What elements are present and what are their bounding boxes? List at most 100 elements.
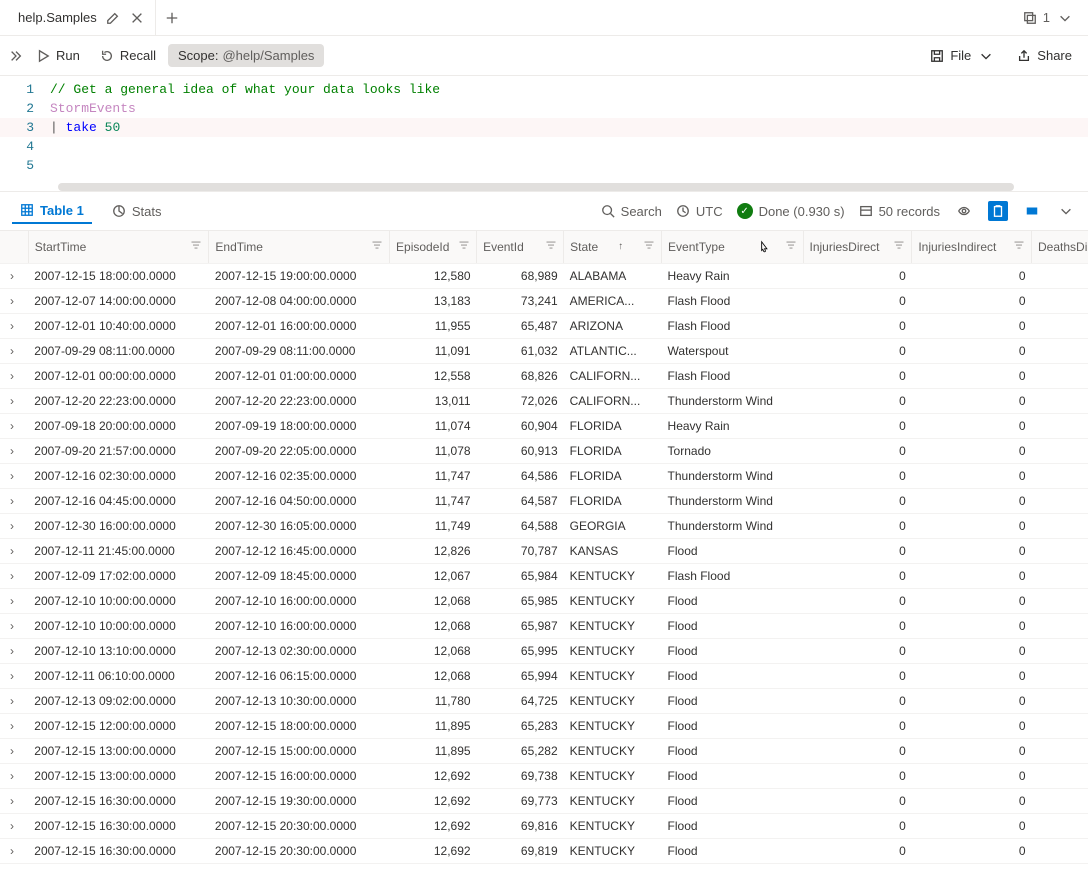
table-row[interactable]: ›2007-12-16 04:45:00.00002007-12-16 04:5… [0,488,1088,513]
column-header-starttime[interactable]: StartTime [28,231,209,263]
table-row[interactable]: ›2007-12-15 13:00:00.00002007-12-15 15:0… [0,738,1088,763]
table-row[interactable]: ›2007-12-10 10:00:00.00002007-12-10 16:0… [0,588,1088,613]
share-button[interactable]: Share [1009,44,1080,67]
column-header-deathsdirect[interactable]: DeathsDirect [1032,231,1088,263]
editor-line[interactable]: 4 [0,137,1088,156]
expand-row-icon[interactable]: › [6,769,18,783]
cell-episodeid: 11,747 [390,488,477,513]
expand-row-icon[interactable]: › [6,569,18,583]
scope-selector[interactable]: Scope: @help/Samples [168,44,324,67]
filter-icon[interactable] [785,239,797,254]
results-table-wrapper[interactable]: StartTimeEndTimeEpisodeIdEventIdState↑Ev… [0,231,1088,871]
expand-row-icon[interactable]: › [6,394,18,408]
filter-icon[interactable] [458,239,470,254]
expand-row-icon[interactable]: › [6,694,18,708]
table-row[interactable]: ›2007-12-13 09:02:00.00002007-12-13 10:3… [0,688,1088,713]
expand-row-icon[interactable]: › [6,519,18,533]
table-row[interactable]: ›2007-12-15 18:00:00.00002007-12-15 19:0… [0,263,1088,288]
expand-row-icon[interactable]: › [6,669,18,683]
expand-row-icon[interactable]: › [6,644,18,658]
table-row[interactable]: ›2007-09-20 21:57:00.00002007-09-20 22:0… [0,438,1088,463]
recall-button[interactable]: Recall [92,44,164,67]
filter-icon[interactable] [893,239,905,254]
tab-help-samples[interactable]: help.Samples [8,0,156,35]
file-menu[interactable]: File [922,44,1001,67]
filter-icon[interactable] [643,239,655,254]
editor-horizontal-scrollbar[interactable] [58,183,1014,191]
column-header-eventtype[interactable]: EventType [662,231,803,263]
table-row[interactable]: ›2007-12-15 16:30:00.00002007-12-15 20:3… [0,813,1088,838]
search-button[interactable]: Search [601,204,662,219]
column-header-state[interactable]: State↑ [564,231,662,263]
table-row[interactable]: ›2007-12-01 10:40:00.00002007-12-01 16:0… [0,313,1088,338]
expand-panel-icon[interactable] [8,48,24,64]
clipboard-icon[interactable] [988,201,1008,221]
filter-icon[interactable] [371,239,383,254]
query-editor[interactable]: 1// Get a general idea of what your data… [0,76,1088,179]
editor-line[interactable]: 3| take 50 [0,118,1088,137]
expand-row-icon[interactable]: › [6,344,18,358]
table-row[interactable]: ›2007-12-10 13:10:00.00002007-12-13 02:3… [0,638,1088,663]
chevron-down-icon[interactable] [1056,201,1076,221]
table-row[interactable]: ›2007-12-30 16:00:00.00002007-12-30 16:0… [0,513,1088,538]
editor-line[interactable]: 5 [0,156,1088,175]
table-row[interactable]: ›2007-12-15 12:00:00.00002007-12-15 18:0… [0,713,1088,738]
expand-row-icon[interactable]: › [6,844,18,858]
table-row[interactable]: ›2007-12-07 14:00:00.00002007-12-08 04:0… [0,288,1088,313]
table-row[interactable]: ›2007-12-09 17:02:00.00002007-12-09 18:4… [0,563,1088,588]
run-button[interactable]: Run [28,44,88,67]
table-row[interactable]: ›2007-12-11 21:45:00.00002007-12-12 16:4… [0,538,1088,563]
table-row[interactable]: ›2007-09-29 08:11:00.00002007-09-29 08:1… [0,338,1088,363]
filter-icon[interactable] [190,239,202,254]
record-count[interactable]: 50 records [859,204,940,219]
cell-episodeid: 12,692 [390,763,477,788]
cell-state: KENTUCKY [564,763,662,788]
close-icon[interactable] [129,10,145,26]
expand-row-icon[interactable]: › [6,594,18,608]
expand-row-icon[interactable]: › [6,469,18,483]
expand-row-icon[interactable]: › [6,819,18,833]
table-row[interactable]: ›2007-12-20 22:23:00.00002007-12-20 22:2… [0,388,1088,413]
expand-row-icon[interactable]: › [6,719,18,733]
table-row[interactable]: ›2007-12-15 16:30:00.00002007-12-15 20:3… [0,838,1088,863]
table-row[interactable]: ›2007-12-11 06:10:00.00002007-12-16 06:1… [0,663,1088,688]
table-row[interactable]: ›2007-12-15 16:30:00.00002007-12-15 19:3… [0,788,1088,813]
table-row[interactable]: ›2007-09-18 20:00:00.00002007-09-19 18:0… [0,413,1088,438]
column-header-endtime[interactable]: EndTime [209,231,390,263]
filter-icon[interactable] [1013,239,1025,254]
show-hide-icon[interactable] [954,201,974,221]
table-row[interactable]: ›2007-12-10 10:00:00.00002007-12-10 16:0… [0,613,1088,638]
table-row[interactable]: ›2007-12-16 02:30:00.00002007-12-16 02:3… [0,463,1088,488]
filter-icon[interactable] [545,239,557,254]
color-mode-icon[interactable] [1022,201,1042,221]
expand-row-icon[interactable]: › [6,269,18,283]
expand-row-icon[interactable]: › [6,544,18,558]
expand-row-icon[interactable]: › [6,369,18,383]
expand-row-icon[interactable]: › [6,494,18,508]
cell-episodeid: 11,955 [390,313,477,338]
add-tab-icon[interactable] [164,10,180,26]
window-count-control[interactable]: 1 [1023,10,1080,25]
cell-state: FLORIDA [564,438,662,463]
edit-icon[interactable] [105,10,121,26]
tab-stats[interactable]: Stats [104,200,170,223]
editor-line[interactable]: 1// Get a general idea of what your data… [0,80,1088,99]
column-header-injuriesdirect[interactable]: InjuriesDirect [803,231,912,263]
editor-line[interactable]: 2StormEvents [0,99,1088,118]
column-header-episodeid[interactable]: EpisodeId [390,231,477,263]
column-header-injuriesindirect[interactable]: InjuriesIndirect [912,231,1032,263]
table-row[interactable]: ›2007-12-15 13:00:00.00002007-12-15 16:0… [0,763,1088,788]
expand-row-icon[interactable]: › [6,794,18,808]
expand-row-icon[interactable]: › [6,419,18,433]
column-header-eventid[interactable]: EventId [477,231,564,263]
table-row[interactable]: ›2007-12-01 00:00:00.00002007-12-01 01:0… [0,363,1088,388]
expand-row-icon[interactable]: › [6,619,18,633]
expand-row-icon[interactable]: › [6,444,18,458]
tab-table[interactable]: Table 1 [12,199,92,224]
expand-row-icon[interactable]: › [6,294,18,308]
expand-row-icon[interactable]: › [6,744,18,758]
share-icon [1017,49,1031,63]
timezone-button[interactable]: UTC [676,204,723,219]
expand-row-icon[interactable]: › [6,319,18,333]
cell-eventid: 65,985 [477,588,564,613]
